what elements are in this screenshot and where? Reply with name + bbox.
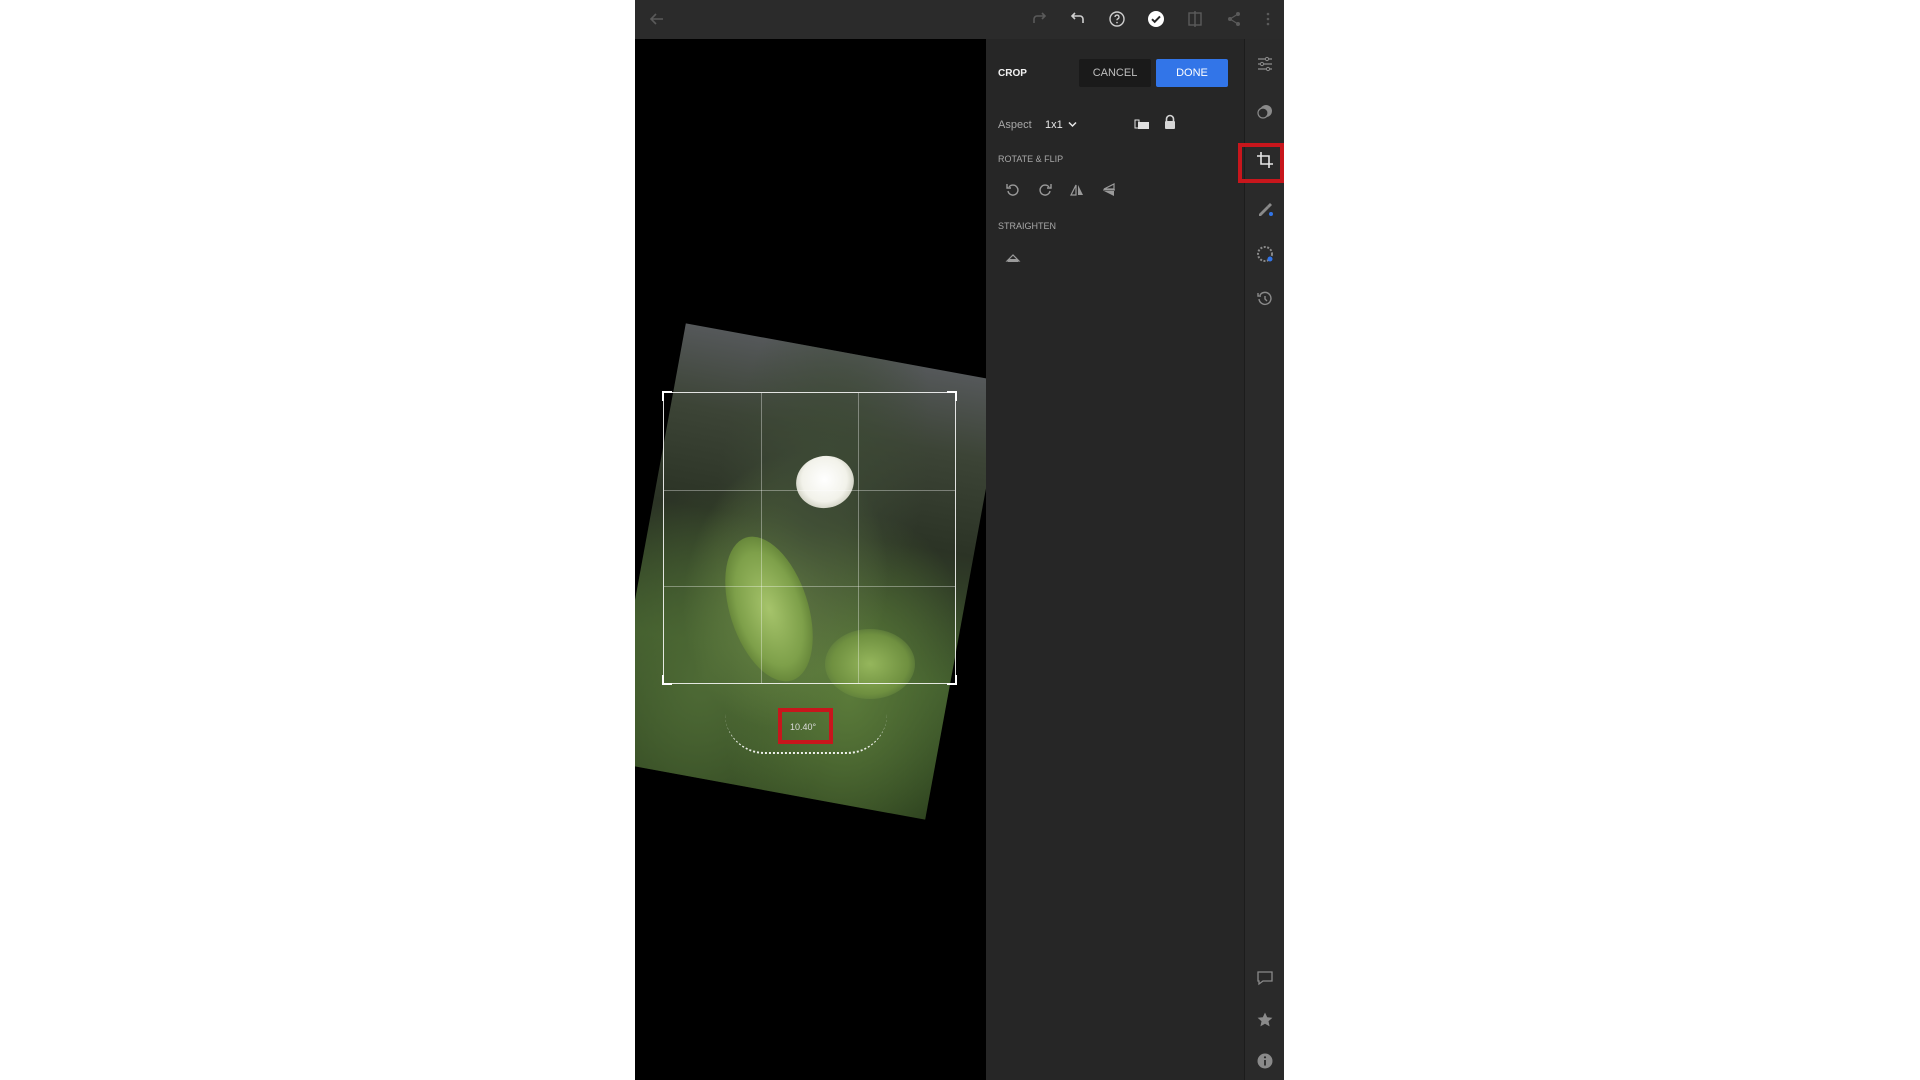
crop-grid-line: [857, 393, 859, 683]
more-options-icon[interactable]: [1257, 8, 1279, 30]
healing-brush-icon[interactable]: [1255, 198, 1275, 218]
chevron-down-icon: [1068, 119, 1077, 131]
crop-handle-top-left[interactable]: [662, 391, 672, 401]
panel-title: CROP: [998, 68, 1027, 79]
star-icon[interactable]: [1255, 1010, 1275, 1030]
photo-editor-app: 10.40° CROP CANCEL DONE Aspect 1x1 ROTAT…: [635, 0, 1284, 1080]
crop-grid-line: [664, 489, 955, 491]
rotate-right-icon[interactable]: [1035, 180, 1055, 200]
aspect-value: 1x1: [1045, 119, 1063, 131]
history-icon[interactable]: [1255, 289, 1275, 309]
adjust-sliders-icon[interactable]: [1255, 54, 1275, 74]
masking-icon[interactable]: [1255, 244, 1275, 264]
comment-icon[interactable]: [1255, 968, 1275, 988]
checkmark-circle-icon[interactable]: [1145, 8, 1167, 30]
crop-handle-bottom-right[interactable]: [947, 675, 957, 685]
compare-icon[interactable]: [1184, 8, 1206, 30]
crop-handle-bottom-left[interactable]: [662, 675, 672, 685]
highlight-box-crop-tool: [1238, 143, 1284, 183]
rotate-left-icon[interactable]: [1003, 180, 1023, 200]
auto-straighten-icon[interactable]: [1003, 247, 1023, 267]
cancel-button[interactable]: CANCEL: [1079, 59, 1151, 87]
orientation-toggle-icon[interactable]: [1132, 115, 1152, 135]
photo-canvas[interactable]: 10.40°: [635, 39, 986, 1080]
aspect-label: Aspect: [998, 119, 1032, 131]
back-arrow-icon[interactable]: [646, 8, 668, 30]
crop-grid-line: [664, 586, 955, 588]
top-toolbar: [635, 0, 1284, 39]
done-button[interactable]: DONE: [1156, 59, 1228, 87]
share-icon[interactable]: [1223, 8, 1245, 30]
crop-panel: CROP CANCEL DONE Aspect 1x1 ROTATE & FLI…: [986, 39, 1244, 1080]
crop-handle-top-right[interactable]: [947, 391, 957, 401]
lock-icon[interactable]: [1160, 112, 1180, 132]
redo-icon[interactable]: [1028, 8, 1050, 30]
presets-icon[interactable]: [1255, 102, 1275, 122]
flip-vertical-icon[interactable]: [1099, 180, 1119, 200]
help-icon[interactable]: [1106, 8, 1128, 30]
crop-frame[interactable]: [662, 391, 957, 685]
tool-rail: [1244, 39, 1284, 1080]
flip-horizontal-icon[interactable]: [1067, 180, 1087, 200]
undo-icon[interactable]: [1067, 8, 1089, 30]
info-icon[interactable]: [1255, 1051, 1275, 1071]
aspect-select[interactable]: 1x1: [1045, 119, 1077, 131]
straighten-label: STRAIGHTEN: [998, 221, 1057, 231]
highlight-box-angle: [778, 708, 833, 744]
rotate-flip-label: ROTATE & FLIP: [998, 154, 1064, 164]
crop-grid-line: [760, 393, 762, 683]
